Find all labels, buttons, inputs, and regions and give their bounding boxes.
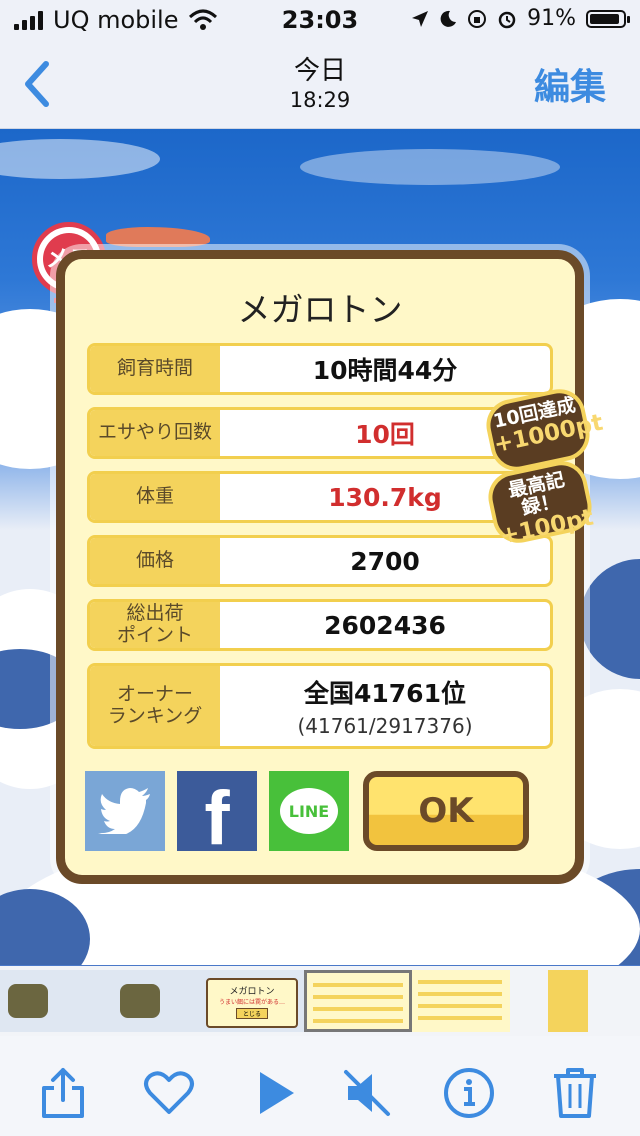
result-card: メガロトン 飼育時間 10時間44分 エサやり回数 10回 体重 130.7kg… <box>56 250 584 884</box>
nav-bar: 今日 18:29 編集 <box>0 40 640 129</box>
preview-row <box>313 1007 403 1011</box>
ranking-value: 全国41761位 <box>304 679 466 708</box>
facebook-share-button[interactable]: f <box>177 771 257 861</box>
moon-icon <box>440 10 457 27</box>
cart-image <box>8 984 48 1018</box>
stat-label: 総出荷 ポイント <box>90 602 220 648</box>
heart-icon[interactable] <box>142 1066 196 1120</box>
battery-percent: 91% <box>527 6 576 31</box>
bottom-toolbar <box>0 1036 640 1136</box>
preview-title: メガロトン <box>229 987 275 997</box>
dialog-preview: メガロトン うまい餌には罠がある… とじる <box>206 978 298 1028</box>
stat-label: 飼育時間 <box>90 346 220 392</box>
stat-row-feed-count: エサやり回数 10回 <box>87 407 553 459</box>
thumbnail[interactable] <box>100 970 200 1032</box>
mute-icon[interactable] <box>340 1066 394 1120</box>
preview-note: うまい餌には罠がある… <box>218 999 285 1006</box>
stat-value: 10時間44分 <box>312 356 458 385</box>
stat-label: エサやり回数 <box>90 410 220 456</box>
sky-patch <box>580 559 640 679</box>
battery-fill <box>590 13 620 24</box>
cloud <box>300 149 560 185</box>
stat-row-ranking: オーナー ランキング 全国41761位 (41761/2917376) <box>87 663 553 749</box>
pet-name: メガロトン <box>237 290 403 329</box>
status-bar: UQ mobile 23:03 91% <box>0 0 640 40</box>
stat-label: オーナー ランキング <box>90 666 220 746</box>
thumbnail[interactable] <box>0 970 100 1032</box>
stat-row-time: 飼育時間 10時間44分 <box>87 343 553 395</box>
preview-row <box>313 1019 403 1023</box>
play-icon[interactable] <box>248 1066 302 1120</box>
stat-row-price: 価格 2700 <box>87 535 553 587</box>
stat-row-points: 総出荷 ポイント 2602436 <box>87 599 553 651</box>
preview-row <box>313 995 403 999</box>
video-scrubber[interactable]: メガロトン うまい餌には罠がある… とじる <box>0 966 640 1036</box>
thumbnail[interactable]: メガロトン うまい餌には罠がある… とじる <box>200 970 304 1032</box>
line-share-button[interactable]: LINE <box>269 771 349 851</box>
stat-label: 価格 <box>90 538 220 584</box>
airship-image <box>106 227 210 247</box>
share-icon[interactable] <box>36 1066 90 1120</box>
preview-row <box>418 992 502 996</box>
ok-button[interactable]: OK <box>363 771 529 851</box>
edit-button[interactable]: 編集 <box>534 58 606 110</box>
preview-row <box>418 1004 502 1008</box>
stat-row-weight: 体重 130.7kg <box>87 471 553 523</box>
cart-image <box>120 984 160 1018</box>
twitter-icon <box>98 788 150 834</box>
line-icon: LINE <box>280 788 338 834</box>
thumbnail[interactable] <box>548 970 588 1032</box>
thumbnail[interactable] <box>412 970 510 1032</box>
cloud <box>0 139 160 179</box>
trash-icon[interactable] <box>548 1066 602 1120</box>
status-right: 91% <box>411 6 630 31</box>
twitter-share-button[interactable] <box>85 771 165 851</box>
stat-value-group: 全国41761位 (41761/2917376) <box>220 666 550 746</box>
stat-value: 2700 <box>350 546 420 576</box>
preview-row <box>418 1016 502 1020</box>
rotation-lock-icon <box>468 9 487 28</box>
info-icon[interactable] <box>442 1066 496 1120</box>
facebook-icon: f <box>204 775 230 861</box>
stat-label: 体重 <box>90 474 220 520</box>
location-icon <box>412 10 429 27</box>
preview-button: とじる <box>236 1008 268 1019</box>
stat-value: 2602436 <box>324 610 446 640</box>
alarm-icon <box>498 11 516 28</box>
preview-row <box>418 980 502 984</box>
battery-icon <box>586 9 630 28</box>
preview-row <box>313 983 403 987</box>
thumbnail-current[interactable] <box>304 970 412 1032</box>
ranking-detail: (41761/2917376) <box>297 714 473 738</box>
